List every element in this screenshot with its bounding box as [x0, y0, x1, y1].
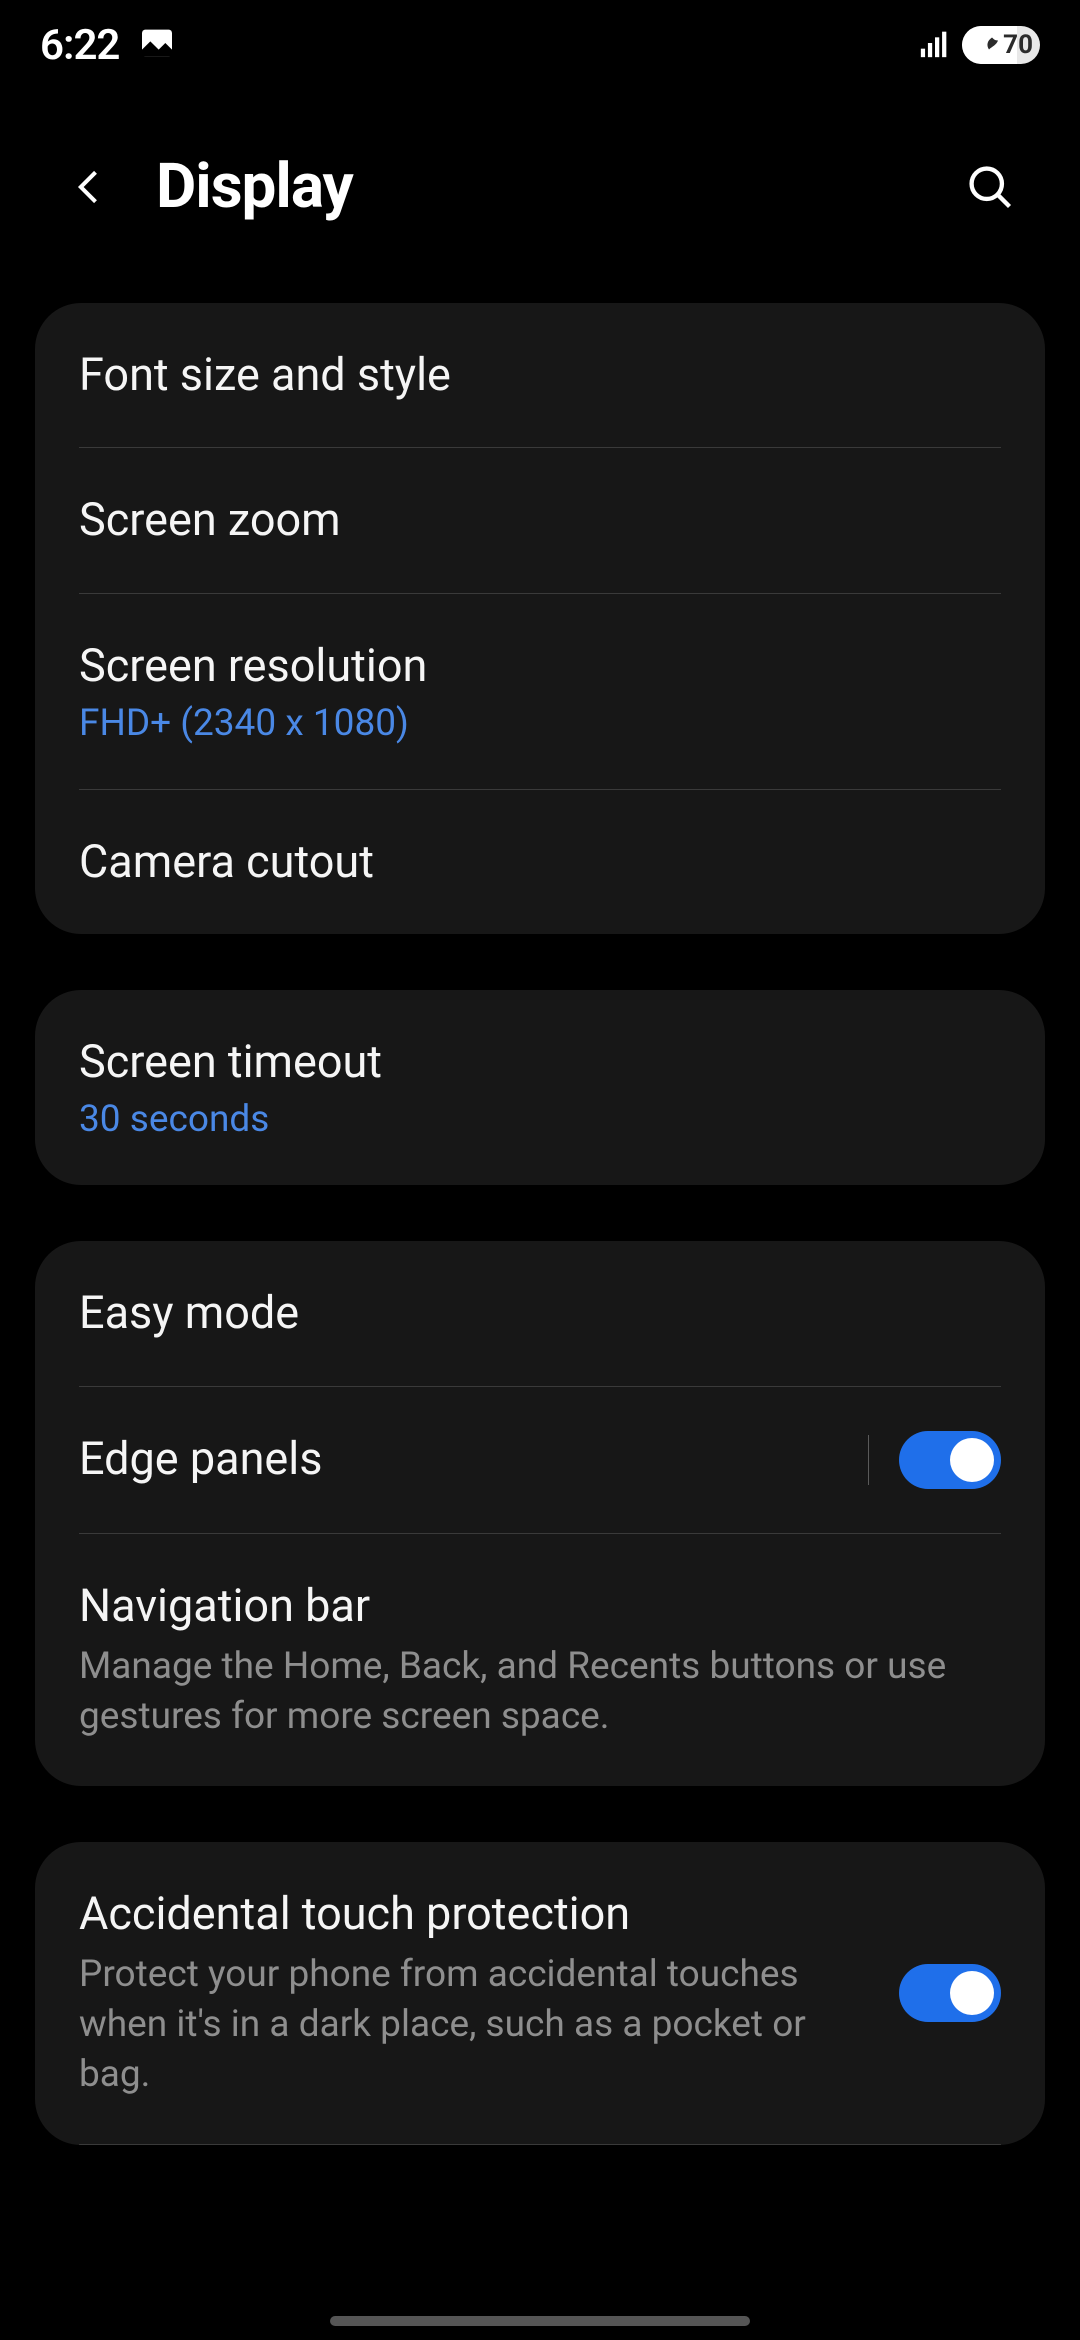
search-button[interactable]: [960, 157, 1020, 217]
row-subtitle: FHD+ (2340 x 1080): [79, 702, 1001, 745]
row-navigation-bar[interactable]: Navigation bar Manage the Home, Back, an…: [35, 1534, 1045, 1786]
row-description: Protect your phone from accidental touch…: [79, 1950, 869, 2100]
row-title: Easy mode: [79, 1285, 1001, 1341]
battery-text: 70: [1003, 30, 1033, 60]
settings-group-2: Screen timeout 30 seconds: [35, 990, 1045, 1185]
row-title: Camera cutout: [79, 834, 1001, 890]
settings-group-4: Accidental touch protection Protect your…: [35, 1842, 1045, 2145]
battery-indicator: 70: [962, 26, 1040, 64]
divider: [79, 2144, 1001, 2145]
page-header: Display: [0, 90, 1080, 303]
status-time: 6:22: [40, 21, 119, 70]
row-title: Screen timeout: [79, 1034, 1001, 1090]
row-screen-timeout[interactable]: Screen timeout 30 seconds: [35, 990, 1045, 1185]
accidental-touch-toggle[interactable]: [899, 1964, 1001, 2022]
row-title: Accidental touch protection: [79, 1886, 869, 1942]
chevron-left-icon: [68, 165, 112, 209]
back-button[interactable]: [60, 157, 120, 217]
row-subtitle: 30 seconds: [79, 1098, 1001, 1141]
row-accidental-touch-protection[interactable]: Accidental touch protection Protect your…: [35, 1842, 1045, 2144]
row-title: Font size and style: [79, 347, 1001, 403]
row-title: Navigation bar: [79, 1578, 1001, 1634]
row-screen-resolution[interactable]: Screen resolution FHD+ (2340 x 1080): [35, 594, 1045, 789]
signal-icon: [918, 26, 952, 64]
toggle-separator: [868, 1435, 869, 1485]
row-description: Manage the Home, Back, and Recents butto…: [79, 1642, 1001, 1742]
status-left: 6:22: [40, 21, 177, 70]
row-easy-mode[interactable]: Easy mode: [35, 1241, 1045, 1385]
edge-panels-toggle[interactable]: [899, 1431, 1001, 1489]
settings-group-1: Font size and style Screen zoom Screen r…: [35, 303, 1045, 934]
row-title: Edge panels: [79, 1431, 868, 1487]
status-bar: 6:22 70: [0, 0, 1080, 90]
row-title: Screen zoom: [79, 492, 1001, 548]
leaf-icon: [983, 36, 1001, 54]
row-camera-cutout[interactable]: Camera cutout: [35, 790, 1045, 934]
settings-content: Font size and style Screen zoom Screen r…: [0, 303, 1080, 2145]
picture-icon: [137, 23, 177, 67]
row-edge-panels[interactable]: Edge panels: [35, 1387, 1045, 1533]
status-right: 70: [918, 26, 1040, 64]
search-icon: [964, 161, 1016, 213]
row-screen-zoom[interactable]: Screen zoom: [35, 448, 1045, 592]
home-indicator[interactable]: [330, 2316, 750, 2326]
settings-group-3: Easy mode Edge panels Navigation bar Man…: [35, 1241, 1045, 1785]
row-title: Screen resolution: [79, 638, 1001, 694]
row-font-size-and-style[interactable]: Font size and style: [35, 303, 1045, 447]
page-title: Display: [156, 150, 353, 223]
